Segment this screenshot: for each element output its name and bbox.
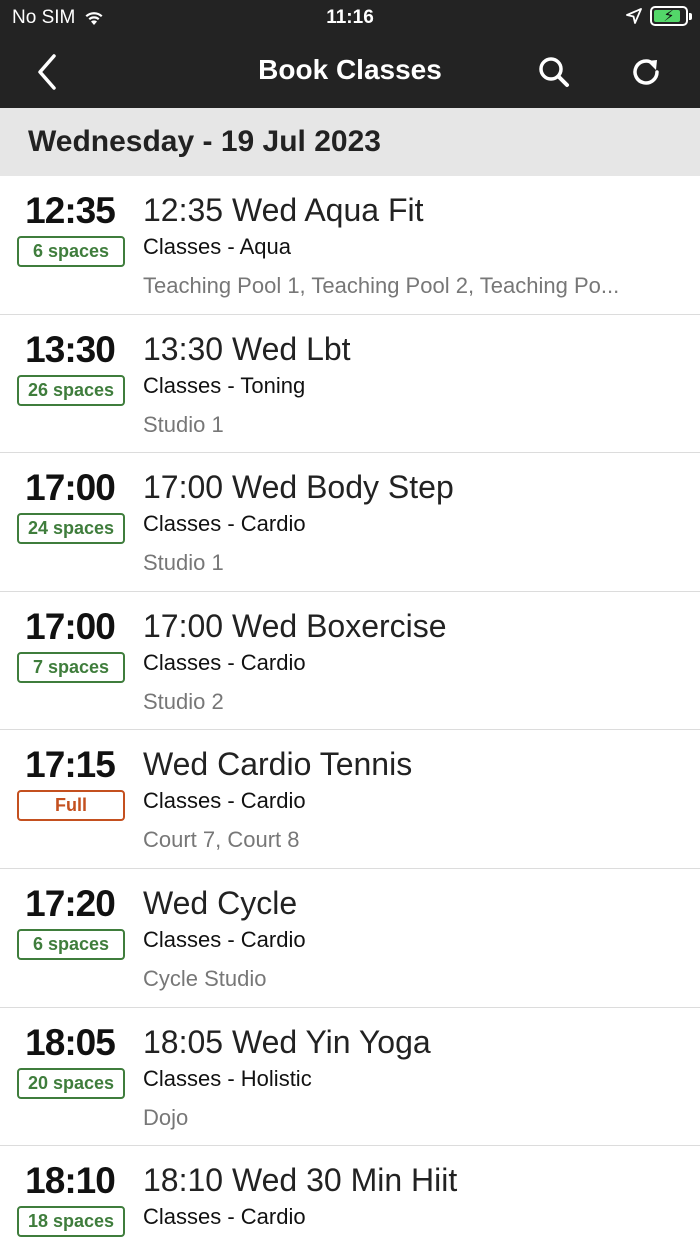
class-row[interactable]: 17:00 7 spaces 17:00 Wed Boxercise Classes … [0, 591, 700, 731]
availability-badge: 6 spaces [17, 236, 125, 267]
navigation-bar: Book Classes [0, 36, 700, 108]
class-row[interactable]: 18:10 18 spaces 18:10 Wed 30 Min Hiit Class… [0, 1146, 700, 1244]
availability-badge: Full [17, 790, 125, 822]
class-category: Classes - Holistic [143, 1065, 312, 1091]
app-screen: No SIM 11:16 ⚡ Book Classes Wednesday - … [0, 0, 700, 1244]
class-name: 18:05 Wed Yin Yoga [143, 1023, 431, 1060]
class-name: Wed Cardio Tennis [143, 746, 413, 783]
class-row[interactable]: 13:30 26 spaces 13:30 Wed Lbt Classes - Ton… [0, 314, 700, 454]
battery-icon: ⚡ [650, 6, 692, 26]
class-name: 17:00 Wed Boxercise [143, 607, 447, 644]
class-name: 17:00 Wed Body Step [143, 469, 454, 506]
class-location: Studio 1 [143, 411, 224, 437]
availability-badge: 18 spaces [17, 1206, 125, 1238]
date-section-header: Wednesday - 19 Jul 2023 [0, 108, 700, 176]
class-location: Dojo [143, 1104, 189, 1130]
class-category: Classes - Cardio [143, 511, 306, 537]
top-bar: No SIM 11:16 ⚡ Book Classes [0, 0, 700, 108]
class-time: 17:20 [25, 882, 116, 924]
class-category: Classes - Aqua [143, 234, 291, 259]
class-location: Cycle Studio [143, 965, 267, 991]
class-row[interactable]: 12:35 6 spaces 12:35 Wed Aqua Fit Classes -… [0, 176, 700, 315]
class-name: Wed Cycle [143, 884, 298, 921]
class-category: Classes - Toning [143, 372, 306, 398]
class-name: 18:10 Wed 30 Min Hiit [143, 1162, 458, 1199]
status-time: 11:16 [326, 7, 374, 28]
battery-nub [689, 13, 692, 20]
class-location: Studio 1 [143, 550, 224, 576]
availability-badge: 6 spaces [17, 928, 125, 960]
page-title: Book Classes [258, 54, 442, 85]
availability-badge: 20 spaces [17, 1067, 125, 1099]
class-name: 13:30 Wed Lbt [143, 330, 351, 367]
class-location: Teaching Pool 1, Teaching Pool 2, Teachi… [143, 273, 620, 298]
class-time: 18:05 [25, 1021, 116, 1063]
class-time: 13:30 [25, 328, 116, 370]
status-bar: No SIM 11:16 ⚡ [0, 0, 700, 36]
class-category: Classes - Cardio [143, 926, 306, 952]
class-row[interactable]: 18:05 20 spaces 18:05 Wed Yin Yoga Classes … [0, 1007, 700, 1147]
class-location: Court 7, Court 8 [143, 827, 300, 853]
class-time: 12:35 [25, 190, 116, 231]
charging-bolt-icon: ⚡ [663, 8, 675, 25]
class-time: 17:00 [25, 467, 116, 509]
search-icon [539, 57, 569, 87]
search-button[interactable] [534, 52, 574, 92]
date-header-label: Wednesday - 19 Jul 2023 [28, 125, 381, 158]
class-time: 17:00 [25, 605, 116, 647]
class-row[interactable]: 17:20 6 spaces Wed Cycle Classes - Cardio Cy… [0, 868, 700, 1008]
class-name: 12:35 Wed Aqua Fit [143, 192, 424, 228]
class-row[interactable]: 17:15 Full Wed Cardio Tennis Classes - Card… [0, 730, 700, 869]
class-location: Studio 2 [143, 688, 224, 714]
class-time: 17:15 [25, 744, 116, 786]
availability-badge: 7 spaces [17, 651, 125, 683]
refresh-icon [633, 59, 659, 85]
availability-badge: 26 spaces [17, 374, 125, 406]
location-arrow-icon [626, 8, 642, 24]
availability-badge: 24 spaces [17, 513, 125, 545]
class-category: Classes - Cardio [143, 649, 306, 675]
class-list: 12:35 6 spaces 12:35 Wed Aqua Fit Classes -… [0, 176, 700, 1244]
class-time: 18:10 [25, 1160, 116, 1202]
class-row[interactable]: 17:00 24 spaces 17:00 Wed Body Step Classes… [0, 453, 700, 592]
refresh-button[interactable] [626, 52, 666, 92]
status-right: ⚡ [626, 6, 692, 26]
class-category: Classes - Cardio [143, 1204, 306, 1230]
class-category: Classes - Cardio [143, 788, 306, 814]
